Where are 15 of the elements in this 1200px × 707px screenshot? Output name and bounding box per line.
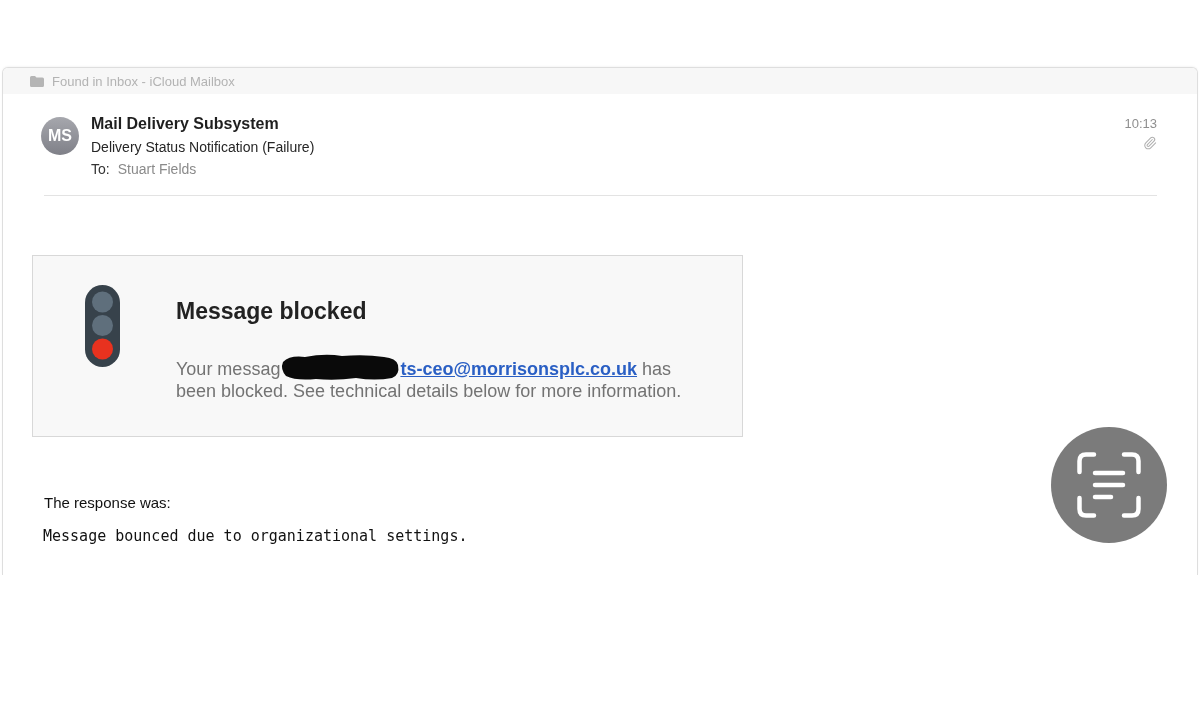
avatar: MS	[41, 117, 79, 155]
message-subject: Delivery Status Notification (Failure)	[91, 138, 316, 157]
response-detail: Message bounced due to organizational settings.	[43, 526, 469, 546]
folder-icon	[30, 75, 44, 87]
email-link[interactable]: ts-ceo@morrisonsplc.co.uk	[400, 359, 638, 379]
text-scan-icon	[1077, 452, 1141, 518]
window-title: Found in Inbox - iCloud Mailbox	[52, 73, 235, 89]
to-label: To:	[91, 160, 110, 179]
notice-text: Your messag ts-ceo@morrisonsplc.co.uk has been blocked. See technical details below for more information.	[176, 353, 716, 402]
response-label: The response was:	[44, 494, 172, 512]
sender-name: Mail Delivery Subsystem	[91, 114, 280, 134]
message-time: 10:13	[1124, 116, 1157, 132]
recipient-name: Stuart Fields	[117, 160, 197, 179]
traffic-light-icon	[85, 285, 120, 367]
notice-title: Message blocked	[176, 298, 368, 324]
